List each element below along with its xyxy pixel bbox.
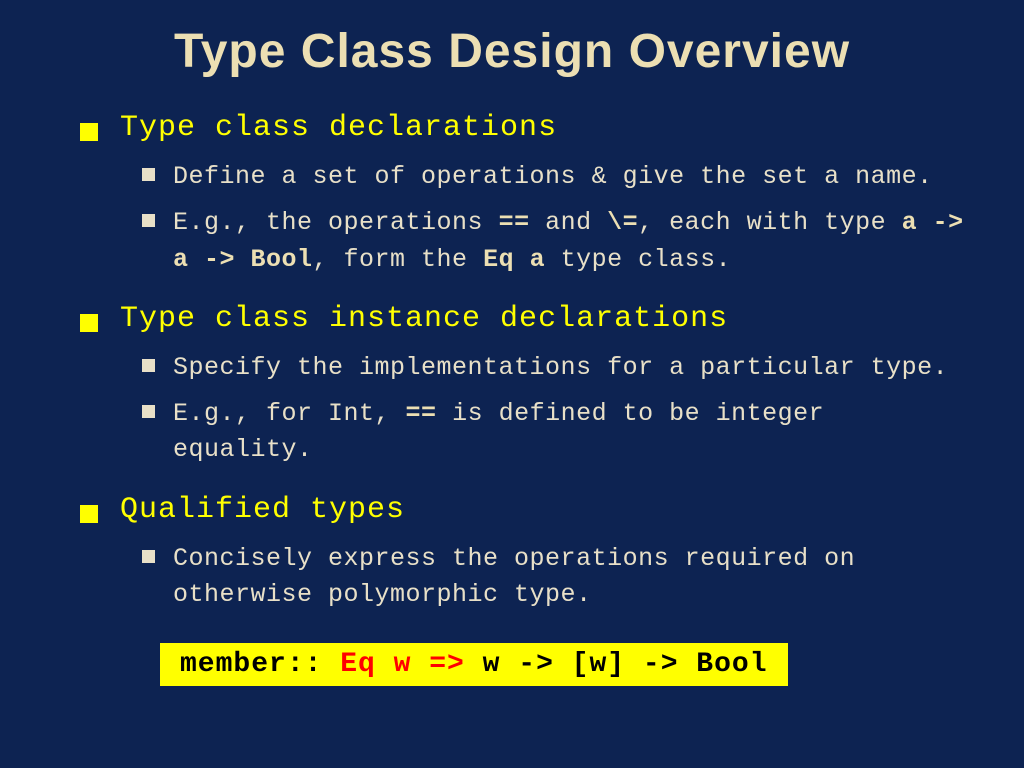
subitems: Define a set of operations & give the se… bbox=[80, 159, 964, 278]
list-item: Define a set of operations & give the se… bbox=[142, 159, 964, 195]
section-type-class-declarations: Type class declarations Define a set of … bbox=[60, 111, 964, 278]
section-head: Type class instance declarations bbox=[80, 302, 964, 336]
item-text: Concisely express the operations require… bbox=[173, 541, 964, 614]
section-heading: Qualified types bbox=[120, 493, 405, 527]
code-fragment: member:: bbox=[180, 649, 340, 680]
section-heading: Type class instance declarations bbox=[120, 302, 728, 336]
list-item: E.g., the operations == and \=, each wit… bbox=[142, 205, 964, 278]
text-fragment: E.g., for Int, bbox=[173, 399, 406, 428]
code-operator: == bbox=[499, 208, 530, 237]
bullet-icon bbox=[142, 168, 155, 181]
bullet-icon bbox=[142, 550, 155, 563]
slide-title: Type Class Design Overview bbox=[60, 24, 964, 79]
bullet-icon bbox=[80, 505, 98, 523]
item-text: E.g., for Int, == is defined to be integ… bbox=[173, 396, 964, 469]
list-item: E.g., for Int, == is defined to be integ… bbox=[142, 396, 964, 469]
text-fragment: type class. bbox=[545, 245, 731, 274]
code-example-box: member:: Eq w => w -> [w] -> Bool bbox=[160, 643, 788, 686]
text-fragment: , each with type bbox=[638, 208, 902, 237]
bullet-icon bbox=[80, 314, 98, 332]
section-instance-declarations: Type class instance declarations Specify… bbox=[60, 302, 964, 469]
code-operator: \= bbox=[607, 208, 638, 237]
code-fragment: w -> [w] -> Bool bbox=[465, 649, 768, 680]
text-fragment: and bbox=[530, 208, 608, 237]
section-head: Type class declarations bbox=[80, 111, 964, 145]
slide: Type Class Design Overview Type class de… bbox=[0, 0, 1024, 768]
code-class: Eq a bbox=[483, 245, 545, 274]
code-operator: == bbox=[406, 399, 437, 428]
list-item: Concisely express the operations require… bbox=[142, 541, 964, 614]
bullet-icon bbox=[80, 123, 98, 141]
code-constraint: Eq w => bbox=[340, 649, 465, 680]
subitems: Concisely express the operations require… bbox=[80, 541, 964, 614]
bullet-icon bbox=[142, 214, 155, 227]
bullet-icon bbox=[142, 405, 155, 418]
text-fragment: , form the bbox=[313, 245, 484, 274]
subitems: Specify the implementations for a partic… bbox=[80, 350, 964, 469]
list-item: Specify the implementations for a partic… bbox=[142, 350, 964, 386]
section-heading: Type class declarations bbox=[120, 111, 557, 145]
text-fragment: E.g., the operations bbox=[173, 208, 499, 237]
item-text: E.g., the operations == and \=, each wit… bbox=[173, 205, 964, 278]
section-qualified-types: Qualified types Concisely express the op… bbox=[60, 493, 964, 614]
item-text: Specify the implementations for a partic… bbox=[173, 350, 948, 386]
bullet-icon bbox=[142, 359, 155, 372]
item-text: Define a set of operations & give the se… bbox=[173, 159, 933, 195]
section-head: Qualified types bbox=[80, 493, 964, 527]
